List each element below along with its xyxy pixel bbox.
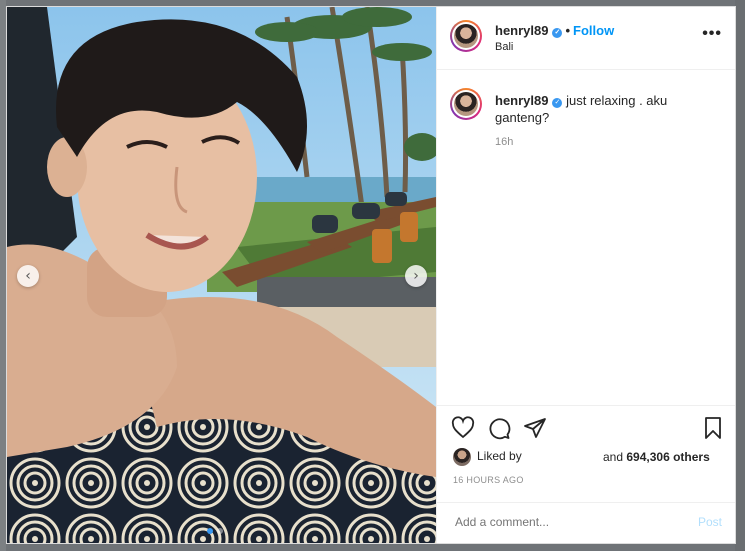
carousel-dot (217, 528, 223, 534)
post-side-panel: henryl89 ✓ • Follow Bali ••• henryl89 ✓ just… (436, 7, 735, 543)
caption-area: henryl89 ✓ just relaxing . aku ganteng? 1… (437, 70, 735, 405)
post-comment-button[interactable]: Post (698, 515, 722, 529)
post-photo[interactable]: ‹ › (7, 7, 436, 543)
likes-count[interactable]: 694,306 others (626, 450, 709, 464)
likes-and: and (603, 450, 624, 464)
carousel-prev-button[interactable]: ‹ (17, 265, 39, 287)
action-bar: Liked by and 694,306 others 16 HOURS AGO (437, 405, 735, 514)
caption-username[interactable]: henryl89 (495, 93, 548, 108)
post-timestamp: 16 HOURS AGO (453, 475, 524, 485)
chevron-right-icon: › (413, 268, 419, 284)
likes-summary: and 694,306 others (603, 450, 710, 464)
comment-input[interactable] (453, 514, 677, 530)
carousel-indicator (207, 528, 223, 534)
caption-avatar[interactable] (450, 88, 482, 120)
separator-dot: • (565, 23, 571, 38)
verified-badge-icon: ✓ (552, 98, 563, 108)
comment-box: Post (437, 502, 735, 543)
caption-text: henryl89 ✓ just relaxing . aku ganteng? (495, 92, 710, 126)
comment-icon[interactable] (487, 416, 511, 440)
carousel-dot-active (207, 528, 213, 534)
chevron-left-icon: ‹ (25, 268, 31, 284)
caption-time: 16h (495, 136, 514, 148)
carousel-next-button[interactable]: › (405, 265, 427, 287)
post-location[interactable]: Bali (495, 41, 513, 53)
more-options-icon[interactable]: ••• (702, 25, 722, 43)
liker-avatar[interactable] (453, 448, 471, 466)
post-modal: ‹ › henryl89 ✓ • Follow Bali ••• henryl89 ✓ … (6, 6, 736, 544)
liked-by-label: Liked by (477, 449, 522, 464)
author-avatar[interactable] (450, 20, 482, 52)
liked-by-line: Liked by (453, 448, 522, 466)
verified-badge-icon: ✓ (552, 28, 563, 38)
author-username[interactable]: henryl89 (495, 23, 548, 38)
author-line: henryl89 ✓ • Follow (495, 23, 614, 38)
share-icon[interactable] (523, 416, 547, 440)
heart-icon[interactable] (451, 416, 475, 440)
post-header: henryl89 ✓ • Follow Bali ••• (437, 7, 735, 70)
backdrop-right (735, 0, 745, 551)
bookmark-icon[interactable] (701, 416, 725, 440)
follow-button[interactable]: Follow (573, 23, 614, 38)
photo-illustration (7, 7, 436, 543)
